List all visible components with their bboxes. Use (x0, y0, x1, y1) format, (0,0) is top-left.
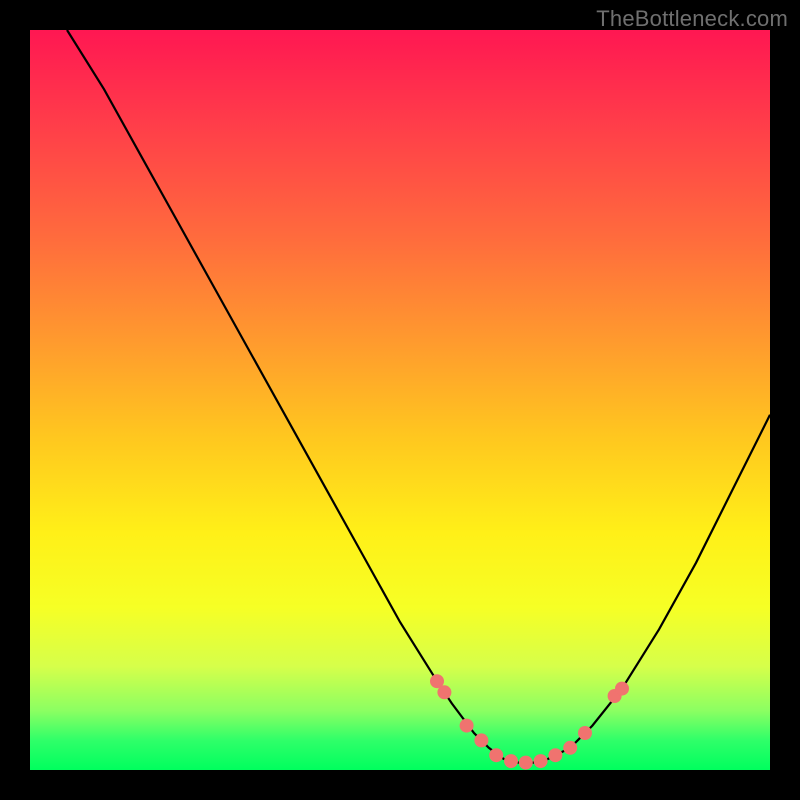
data-marker (474, 733, 488, 747)
marker-group (430, 674, 629, 769)
bottleneck-curve (67, 30, 770, 763)
watermark-text: TheBottleneck.com (596, 6, 788, 32)
data-marker (519, 756, 533, 770)
data-marker (460, 719, 474, 733)
data-marker (489, 748, 503, 762)
data-marker (578, 726, 592, 740)
data-marker (504, 754, 518, 768)
data-marker (563, 741, 577, 755)
plot-area (30, 30, 770, 770)
data-marker (437, 685, 451, 699)
data-marker (615, 682, 629, 696)
curve-layer (30, 30, 770, 770)
data-marker (548, 748, 562, 762)
data-marker (534, 754, 548, 768)
chart-frame: TheBottleneck.com (0, 0, 800, 800)
